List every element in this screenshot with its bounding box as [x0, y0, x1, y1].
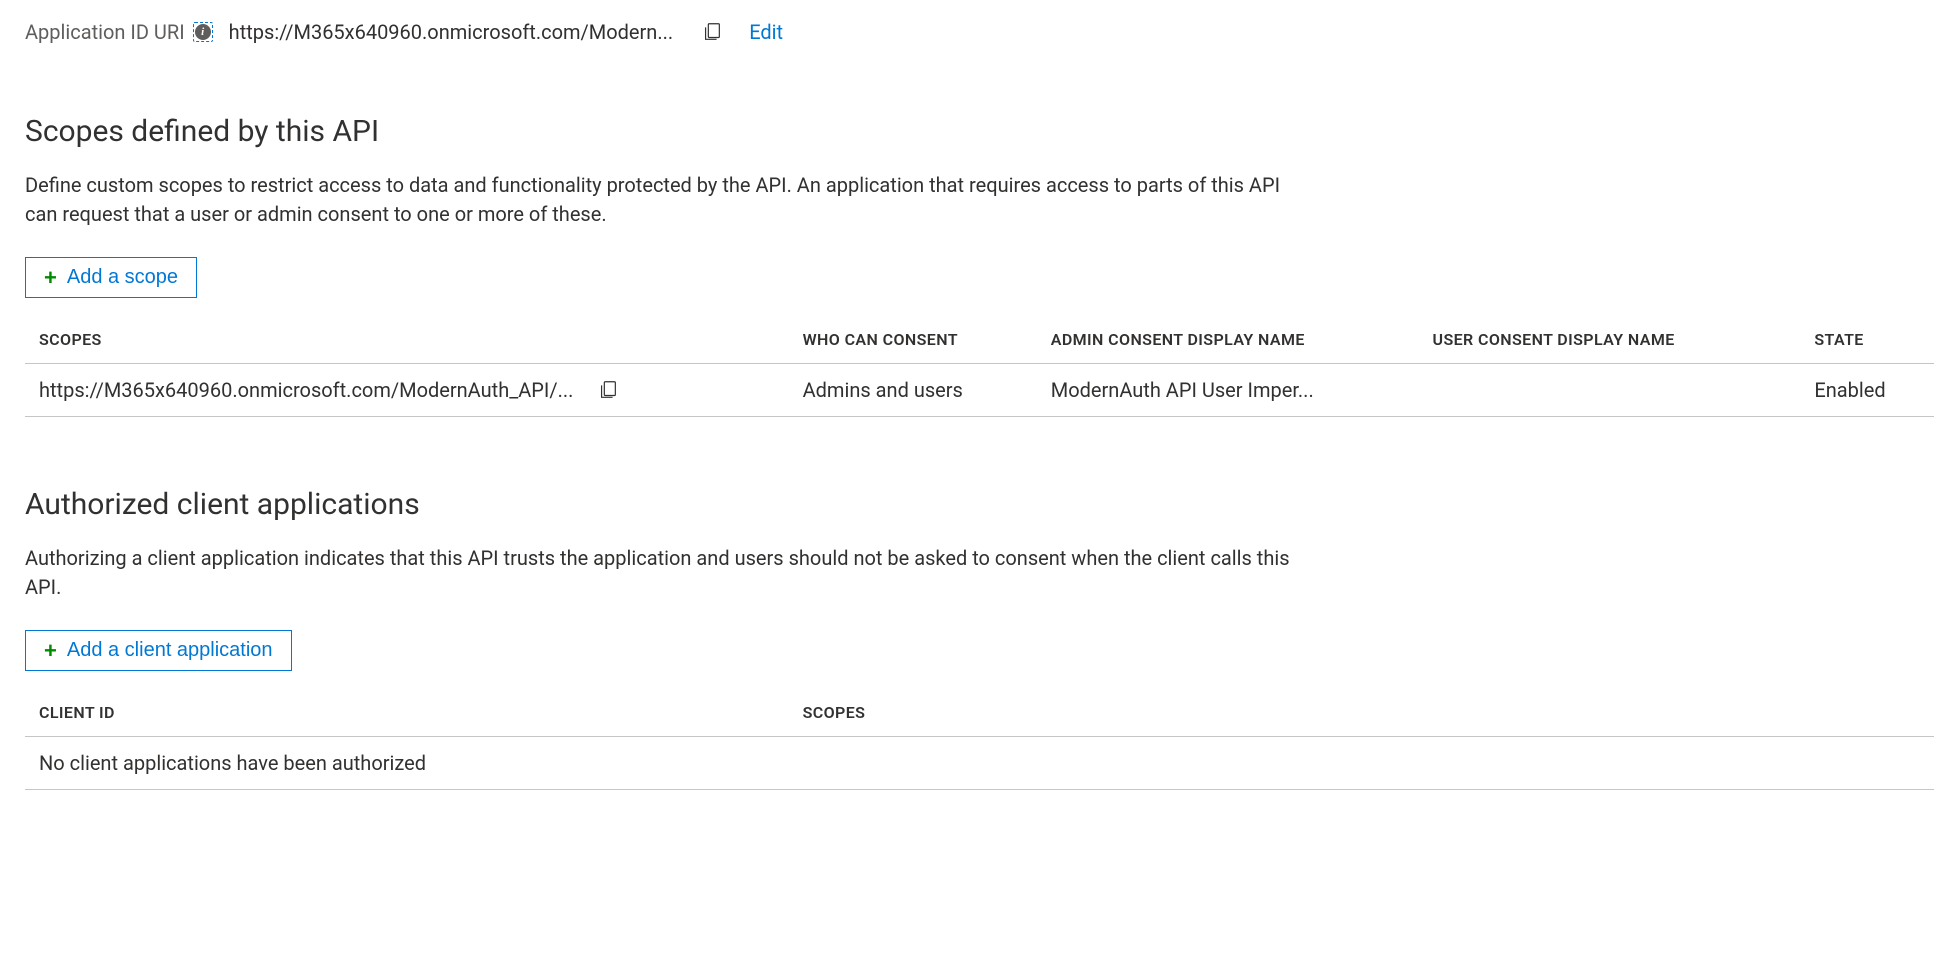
col-header-who-can-consent[interactable]: WHO CAN CONSENT — [789, 316, 1037, 364]
add-client-label: Add a client application — [67, 639, 273, 662]
add-scope-label: Add a scope — [67, 266, 178, 289]
copy-icon[interactable] — [597, 379, 619, 401]
col-header-client-scopes[interactable]: SCOPES — [789, 689, 1934, 737]
plus-icon: + — [44, 640, 57, 662]
clients-description: Authorizing a client application indicat… — [25, 544, 1305, 602]
clients-table: CLIENT ID SCOPES No client applications … — [25, 689, 1934, 790]
admin-consent-value: ModernAuth API User Imper... — [1037, 364, 1419, 417]
copy-icon[interactable] — [701, 21, 723, 43]
add-scope-button[interactable]: + Add a scope — [25, 257, 197, 298]
info-icon[interactable]: i — [193, 22, 213, 42]
table-row[interactable]: https://M365x640960.onmicrosoft.com/Mode… — [25, 364, 1934, 417]
state-value: Enabled — [1800, 364, 1934, 417]
col-header-state[interactable]: STATE — [1800, 316, 1934, 364]
col-header-admin-consent[interactable]: ADMIN CONSENT DISPLAY NAME — [1037, 316, 1419, 364]
user-consent-value — [1419, 364, 1801, 417]
col-header-user-consent[interactable]: USER CONSENT DISPLAY NAME — [1419, 316, 1801, 364]
application-id-uri-row: Application ID URI i https://M365x640960… — [25, 20, 1934, 44]
scopes-table: SCOPES WHO CAN CONSENT ADMIN CONSENT DIS… — [25, 316, 1934, 417]
col-header-client-id[interactable]: CLIENT ID — [25, 689, 789, 737]
scope-value: https://M365x640960.onmicrosoft.com/Mode… — [39, 378, 573, 402]
edit-link[interactable]: Edit — [749, 20, 783, 44]
scopes-description: Define custom scopes to restrict access … — [25, 171, 1305, 229]
clients-empty-message: No client applications have been authori… — [25, 737, 1934, 790]
table-row: No client applications have been authori… — [25, 737, 1934, 790]
plus-icon: + — [44, 267, 57, 289]
add-client-application-button[interactable]: + Add a client application — [25, 630, 292, 671]
scopes-heading: Scopes defined by this API — [25, 114, 1934, 149]
application-id-uri-label: Application ID URI — [25, 20, 185, 44]
application-id-uri-value: https://M365x640960.onmicrosoft.com/Mode… — [229, 20, 674, 44]
who-can-consent-value: Admins and users — [789, 364, 1037, 417]
col-header-scopes[interactable]: SCOPES — [25, 316, 789, 364]
clients-heading: Authorized client applications — [25, 487, 1934, 522]
